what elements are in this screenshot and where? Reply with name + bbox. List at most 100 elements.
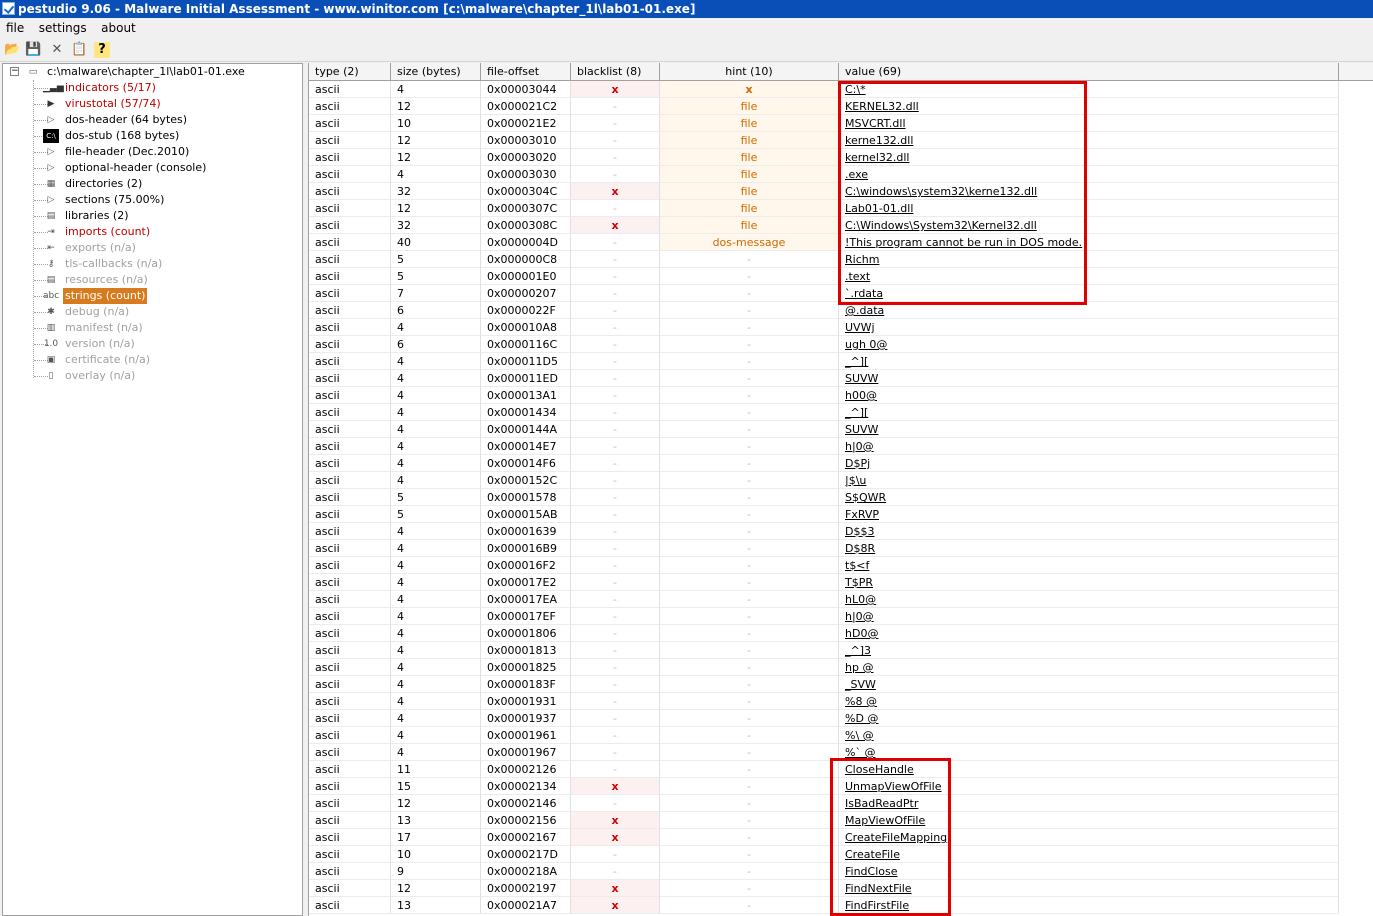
string-value-link[interactable]: hD0@ (845, 627, 878, 640)
table-row[interactable]: ascii 4 0x00001813- - _^]3 (309, 642, 1339, 659)
table-row[interactable]: ascii 4 0x00003044 x x C:\* (309, 81, 1339, 98)
string-value-link[interactable]: FxRVP (845, 508, 879, 521)
table-row[interactable]: ascii 15 0x00002134 x - UnmapViewOfFile (309, 778, 1339, 795)
string-value-link[interactable]: h|0@ (845, 440, 874, 453)
cell-value[interactable]: `.rdata (839, 285, 1339, 302)
table-row[interactable]: ascii 4 0x000017EF - - h|0@ (309, 608, 1339, 625)
cell-value[interactable]: FindClose (839, 863, 1339, 880)
cell-value[interactable]: FindNextFile (839, 880, 1339, 897)
cell-value[interactable]: Lab01-01.dll (839, 200, 1339, 217)
cell-value[interactable]: UnmapViewOfFile (839, 778, 1339, 795)
string-value-link[interactable]: C:\windows\system32\kerne132.dll (845, 185, 1037, 198)
cell-value[interactable]: hL0@ (839, 591, 1339, 608)
string-value-link[interactable]: S$QWR (845, 491, 886, 504)
col-size[interactable]: size (bytes) (391, 63, 481, 81)
folder-open-icon[interactable]: 📂 (4, 42, 20, 58)
cell-value[interactable]: h00@ (839, 387, 1339, 404)
string-value-link[interactable]: UVWj (845, 321, 875, 334)
col-hint[interactable]: hint (10) (660, 63, 839, 81)
cell-value[interactable]: FxRVP (839, 506, 1339, 523)
string-value-link[interactable]: FindNextFile (845, 882, 912, 895)
table-row[interactable]: ascii 4 0x00001806- - hD0@ (309, 625, 1339, 642)
string-value-link[interactable]: MSVCRT.dll (845, 117, 906, 130)
string-value-link[interactable]: IsBadReadPtr (845, 797, 918, 810)
collapse-icon[interactable]: − (10, 67, 19, 76)
cell-value[interactable]: MSVCRT.dll (839, 115, 1339, 132)
cell-value[interactable]: !This program cannot be run in DOS mode. (839, 234, 1339, 251)
table-row[interactable]: ascii 4 0x00001639- - D$$3 (309, 523, 1339, 540)
string-value-link[interactable]: h00@ (845, 389, 877, 402)
table-row[interactable]: ascii 11 0x00002126- - CloseHandle (309, 761, 1339, 778)
table-row[interactable]: ascii 10 0x000021E2- file MSVCRT.dll (309, 115, 1339, 132)
cell-value[interactable]: %\ @ (839, 727, 1339, 744)
table-row[interactable]: ascii 4 0x00003030- file .exe (309, 166, 1339, 183)
table-row[interactable]: ascii 4 0x000013A1- - h00@ (309, 387, 1339, 404)
table-row[interactable]: ascii 32 0x0000304C x file C:\windows\system3… (309, 183, 1339, 200)
cell-value[interactable]: FindFirstFile (839, 897, 1339, 914)
table-row[interactable]: ascii 4 0x0000152C - - |$\u (309, 472, 1339, 489)
table-row[interactable]: ascii 40 0x0000004D - dos-message !This progr… (309, 234, 1339, 251)
cell-value[interactable]: %8 @ (839, 693, 1339, 710)
table-row[interactable]: ascii 4 0x00001937- - %D @ (309, 710, 1339, 727)
table-row[interactable]: ascii 13 0x00002156 x - MapViewOfFile (309, 812, 1339, 829)
table-row[interactable]: ascii 4 0x000010A8- - UVWj (309, 319, 1339, 336)
col-blacklist[interactable]: blacklist (8) (571, 63, 660, 81)
table-row[interactable]: ascii 9 0x0000218A - - FindClose (309, 863, 1339, 880)
cell-value[interactable]: .text (839, 268, 1339, 285)
table-row[interactable]: ascii 4 0x00001825- - hp @ (309, 659, 1339, 676)
table-row[interactable]: ascii 17 0x00002167 x - CreateFileMapping (309, 829, 1339, 846)
help-icon[interactable]: ? (94, 42, 110, 58)
string-value-link[interactable]: SUVW (845, 423, 878, 436)
string-value-link[interactable]: %` @ (845, 746, 875, 759)
cell-value[interactable]: C:\windows\system32\kerne132.dll (839, 183, 1339, 200)
menu-about[interactable]: about (95, 18, 141, 35)
table-row[interactable]: ascii 12 0x00002197 x - FindNextFile (309, 880, 1339, 897)
cell-value[interactable]: .exe (839, 166, 1339, 183)
table-row[interactable]: ascii 4 0x000016F2- - t$<f (309, 557, 1339, 574)
clipboard-icon[interactable]: 📋 (71, 42, 87, 58)
string-value-link[interactable]: .exe (845, 168, 868, 181)
string-value-link[interactable]: .text (845, 270, 870, 283)
table-row[interactable]: ascii 5 0x000000C8- - Richm (309, 251, 1339, 268)
cell-value[interactable]: D$8R (839, 540, 1339, 557)
cell-value[interactable]: T$PR (839, 574, 1339, 591)
table-row[interactable]: ascii 4 0x00001931- - %8 @ (309, 693, 1339, 710)
table-row[interactable]: ascii 5 0x000015AB - - FxRVP (309, 506, 1339, 523)
string-value-link[interactable]: hp @ (845, 661, 873, 674)
table-row[interactable]: ascii 4 0x0000183F - - _SVW (309, 676, 1339, 693)
cell-value[interactable]: _SVW (839, 676, 1339, 693)
string-value-link[interactable]: `.rdata (845, 287, 883, 300)
cell-value[interactable]: Richm (839, 251, 1339, 268)
table-row[interactable]: ascii 4 0x0000144A - - SUVW (309, 421, 1339, 438)
string-value-link[interactable]: !This program cannot be run in DOS mode. (845, 236, 1082, 249)
table-row[interactable]: ascii 5 0x000001E0- - .text (309, 268, 1339, 285)
cell-value[interactable]: C:\* (839, 81, 1339, 98)
table-row[interactable]: ascii 4 0x00001967- - %` @ (309, 744, 1339, 761)
cell-value[interactable]: UVWj (839, 319, 1339, 336)
cell-value[interactable]: D$$3 (839, 523, 1339, 540)
cell-value[interactable]: CreateFile (839, 846, 1339, 863)
string-value-link[interactable]: CloseHandle (845, 763, 914, 776)
table-row[interactable]: ascii 4 0x000011ED - - SUVW (309, 370, 1339, 387)
string-value-link[interactable]: CreateFileMapping (845, 831, 947, 844)
cell-value[interactable]: _^][ (839, 404, 1339, 421)
string-value-link[interactable]: C:\Windows\System32\Kernel32.dll (845, 219, 1037, 232)
close-icon[interactable]: ✕ (49, 42, 65, 58)
string-value-link[interactable]: _SVW (845, 678, 876, 691)
table-row[interactable]: ascii 12 0x00003020- file kernel32.dll (309, 149, 1339, 166)
col-file-offset[interactable]: file-offset (481, 63, 571, 81)
string-value-link[interactable]: %8 @ (845, 695, 877, 708)
string-value-link[interactable]: FindClose (845, 865, 898, 878)
menu-file[interactable]: file (0, 18, 29, 35)
string-value-link[interactable]: SUVW (845, 372, 878, 385)
cell-value[interactable]: S$QWR (839, 489, 1339, 506)
string-value-link[interactable]: ugh 0@ (845, 338, 887, 351)
string-value-link[interactable]: UnmapViewOfFile (845, 780, 942, 793)
cell-value[interactable]: MapViewOfFile (839, 812, 1339, 829)
cell-value[interactable]: kerne132.dll (839, 132, 1339, 149)
cell-value[interactable]: h|0@ (839, 438, 1339, 455)
string-value-link[interactable]: D$Pj (845, 457, 870, 470)
cell-value[interactable]: IsBadReadPtr (839, 795, 1339, 812)
string-value-link[interactable]: h|0@ (845, 610, 874, 623)
cell-value[interactable]: CreateFileMapping (839, 829, 1339, 846)
